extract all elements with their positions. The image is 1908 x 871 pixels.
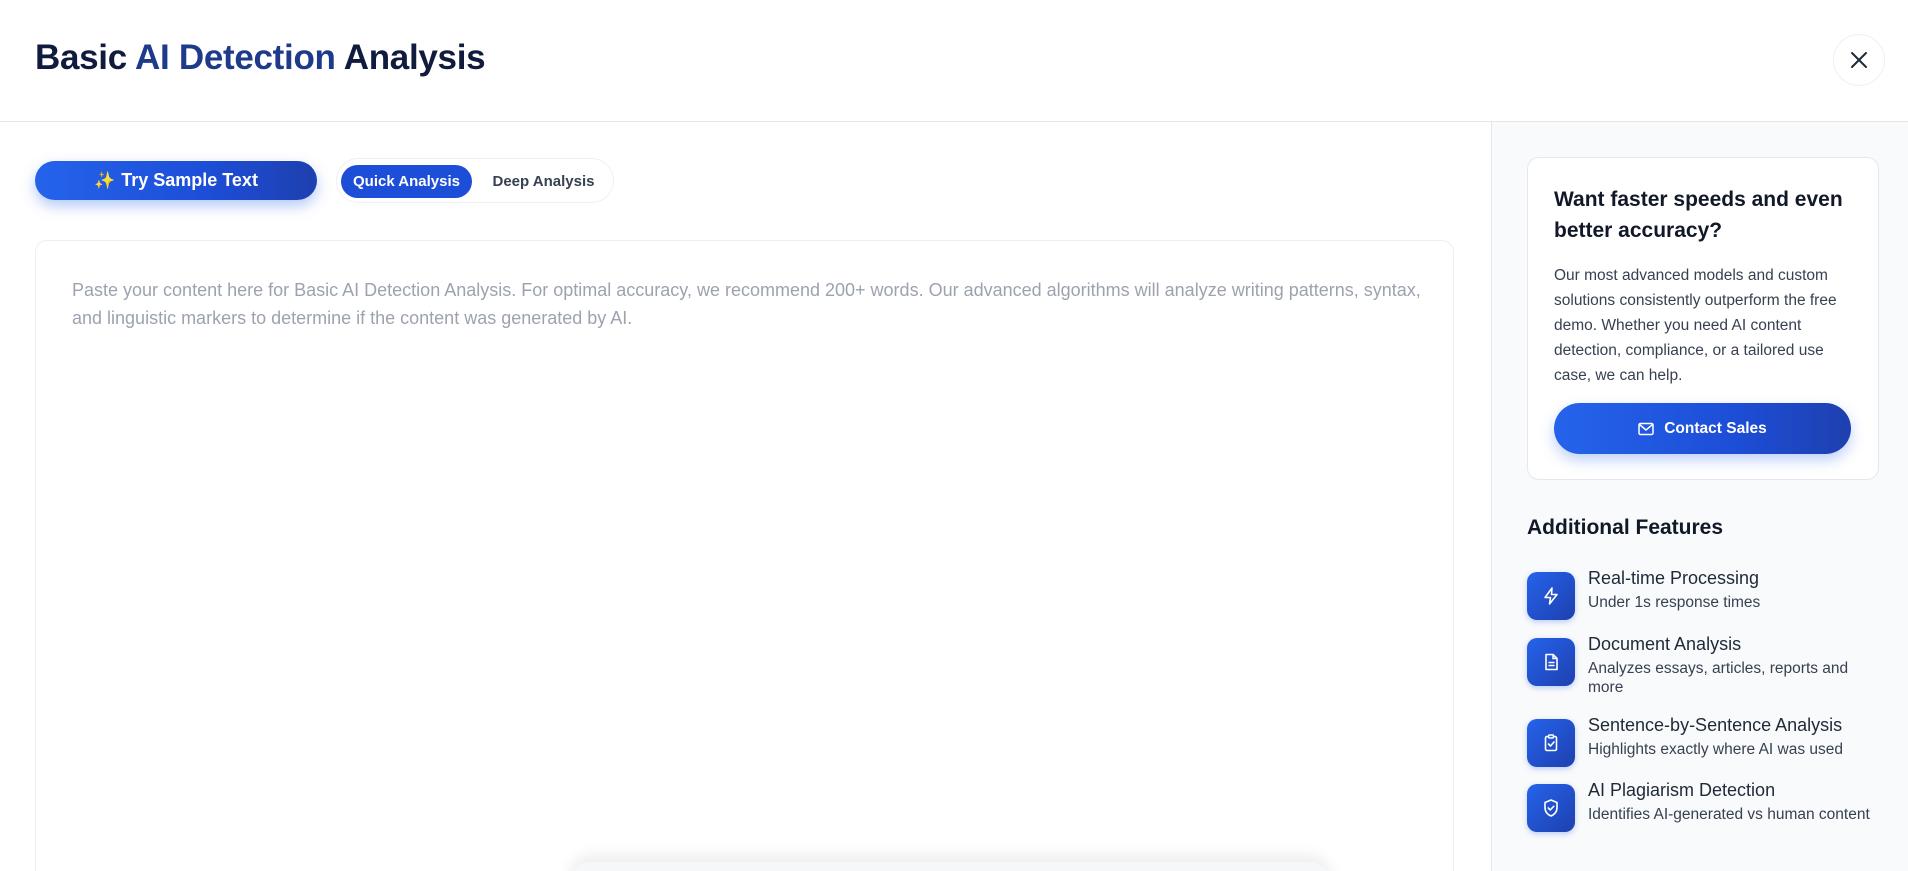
mail-icon <box>1638 422 1654 435</box>
quick-analysis-option[interactable]: Quick Analysis <box>341 165 472 198</box>
try-sample-text-label: Try Sample Text <box>121 170 258 190</box>
sparkles-icon: ✨ <box>94 170 116 190</box>
feature-name: Real-time Processing <box>1588 568 1760 588</box>
clipboard-check-icon <box>1527 719 1575 767</box>
close-icon <box>1851 52 1867 68</box>
feature-desc: Analyzes essays, articles, reports and m… <box>1588 660 1849 696</box>
title-part-basic: Basic <box>35 38 136 77</box>
content-textarea[interactable]: Paste your content here for Basic AI Det… <box>35 240 1454 871</box>
analysis-mode-toggle: Quick Analysis Deep Analysis <box>336 158 614 203</box>
feature-desc: Highlights exactly where AI was used <box>1588 741 1844 758</box>
contact-sales-label: Contact Sales <box>1664 419 1767 437</box>
feature-name: Sentence-by-Sentence Analysis <box>1588 715 1843 735</box>
sidebar: Want faster speeds and even better accur… <box>1491 122 1908 871</box>
title-part-analysis: Analysis <box>335 38 486 77</box>
bottom-action-bar <box>570 862 1330 871</box>
try-sample-text-button[interactable]: ✨ Try Sample Text <box>35 161 317 200</box>
feature-name: Document Analysis <box>1588 634 1742 654</box>
document-icon <box>1527 638 1575 686</box>
modal-header: Basic AI Detection Analysis <box>0 0 1908 122</box>
contact-sales-button[interactable]: Contact Sales <box>1554 403 1851 454</box>
close-button[interactable] <box>1833 34 1885 86</box>
lightning-icon <box>1527 572 1575 620</box>
main-panel: ✨ Try Sample Text Quick Analysis Deep An… <box>0 122 1491 871</box>
title-part-ai-detection: AI Detection <box>135 38 336 77</box>
feature-desc: Under 1s response times <box>1588 594 1761 611</box>
page-title: Basic AI Detection Analysis <box>35 38 486 78</box>
promo-text: Our most advanced models and custom solu… <box>1554 267 1837 384</box>
upgrade-promo-card: Want faster speeds and even better accur… <box>1527 157 1879 480</box>
feature-desc: Identifies AI-generated vs human content <box>1588 806 1870 823</box>
shield-check-icon <box>1527 784 1575 832</box>
feature-name: AI Plagiarism Detection <box>1588 780 1776 800</box>
promo-title: Want faster speeds and even better accur… <box>1554 188 1843 242</box>
deep-analysis-option[interactable]: Deep Analysis <box>476 165 611 198</box>
textarea-placeholder: Paste your content here for Basic AI Det… <box>72 280 1421 328</box>
additional-features-heading: Additional Features <box>1527 516 1724 539</box>
